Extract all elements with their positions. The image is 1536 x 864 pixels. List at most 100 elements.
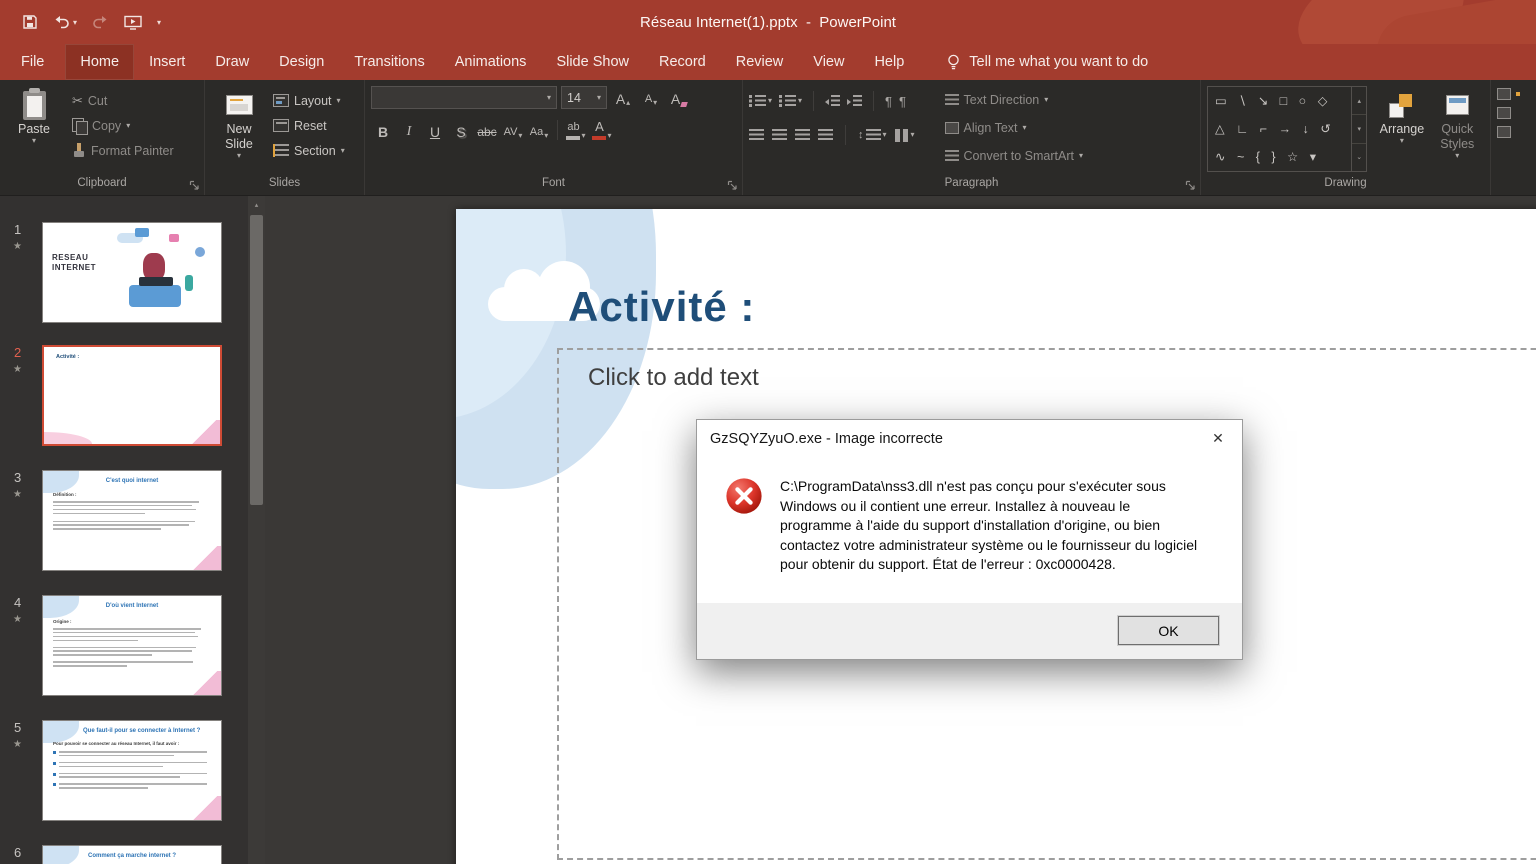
tab-view[interactable]: View: [798, 44, 859, 80]
convert-smartart-caret: ▾: [1079, 152, 1083, 160]
align-center-button[interactable]: [772, 129, 787, 142]
text-direction-button[interactable]: Text Direction ▾: [941, 87, 1087, 112]
slide-3-thumbnail[interactable]: C'est quoi internet Définition :: [42, 470, 222, 571]
scrollbar-thumb[interactable]: [250, 215, 263, 505]
tab-transitions[interactable]: Transitions: [339, 44, 439, 80]
columns-caret: ▾: [911, 131, 915, 139]
bold-button[interactable]: B: [371, 119, 395, 142]
shapes-row-1[interactable]: ▭ ∖ ↘ □ ○ ◇: [1208, 87, 1351, 115]
decrease-indent-button[interactable]: [825, 95, 840, 108]
numbering-button[interactable]: ▾: [779, 95, 802, 108]
ltr-direction-button[interactable]: ¶: [885, 94, 892, 109]
tab-draw[interactable]: Draw: [200, 44, 264, 80]
pink-decoration: [187, 671, 221, 695]
line-spacing-button[interactable]: ↕▾: [858, 129, 887, 142]
clipped-group: [1491, 80, 1536, 195]
slide-4-thumbnail[interactable]: D'où vient Internet Origine :: [42, 595, 222, 696]
quick-styles-button[interactable]: Quick Styles ▾: [1431, 86, 1484, 176]
card-decoration: [129, 285, 181, 307]
tell-me-box[interactable]: Tell me what you want to do: [947, 44, 1148, 80]
section-dropdown-caret[interactable]: ▾: [341, 147, 345, 155]
slide-2-thumbnail[interactable]: Activité :: [42, 345, 222, 446]
format-painter-button[interactable]: Format Painter: [68, 138, 178, 163]
copy-button[interactable]: Copy ▾: [68, 113, 178, 138]
shapes-gallery[interactable]: ▭ ∖ ↘ □ ○ ◇ △ ∟ ⌐ → ↓ ↺ ∿ ~ { } ☆ ▾ ▴ ▾ …: [1207, 86, 1367, 172]
character-spacing-button[interactable]: AV▾: [501, 119, 525, 142]
bullets-button[interactable]: ▾: [749, 95, 772, 108]
justify-button[interactable]: [818, 129, 833, 142]
start-slideshow-button[interactable]: [124, 15, 142, 30]
scrollbar-up-button[interactable]: ▴: [248, 196, 265, 213]
tab-record[interactable]: Record: [644, 44, 721, 80]
layout-dropdown-caret[interactable]: ▾: [337, 97, 341, 105]
slide-1-thumbnail[interactable]: RESEAU INTERNET: [42, 222, 222, 323]
tab-help[interactable]: Help: [859, 44, 919, 80]
save-button[interactable]: [22, 14, 38, 30]
slide-6-thumbnail[interactable]: Comment ça marche internet ?: [42, 845, 222, 864]
clipboard-dialog-launcher[interactable]: [189, 180, 201, 192]
text-shadow-button[interactable]: S: [449, 119, 473, 142]
slide-3-number: 3: [14, 470, 21, 485]
change-case-button[interactable]: Aa▾: [527, 119, 551, 142]
paste-button[interactable]: Paste ▾: [6, 86, 62, 176]
ok-button[interactable]: OK: [1118, 616, 1219, 645]
paragraph-dialog-launcher[interactable]: [1185, 180, 1197, 192]
slide-4-number: 4: [14, 595, 21, 610]
increase-indent-button[interactable]: [847, 95, 862, 108]
section-button[interactable]: Section ▾: [269, 138, 349, 163]
font-size-select[interactable]: 14 ▾: [561, 86, 607, 109]
align-left-button[interactable]: [749, 129, 764, 142]
font-name-select[interactable]: ▾: [371, 86, 557, 109]
slide-thumbnail-panel: 1 ★ RESEAU INTERNET 2 ★ Ac: [0, 196, 248, 864]
redo-button[interactable]: [92, 15, 109, 29]
italic-button[interactable]: I: [397, 119, 421, 142]
new-slide-button[interactable]: New Slide ▾: [211, 86, 267, 176]
gallery-scroll-up-button[interactable]: ▴: [1352, 87, 1366, 115]
convert-smartart-button[interactable]: Convert to SmartArt ▾: [941, 143, 1087, 168]
dialog-close-button[interactable]: ✕: [1200, 424, 1236, 454]
layout-button[interactable]: Layout ▾: [269, 88, 349, 113]
tab-slideshow[interactable]: Slide Show: [541, 44, 644, 80]
tab-design[interactable]: Design: [264, 44, 339, 80]
slide-title-text[interactable]: Activité :: [568, 283, 755, 331]
reset-button[interactable]: Reset: [269, 113, 349, 138]
thumbnails-scrollbar[interactable]: ▴: [248, 196, 265, 864]
underline-button[interactable]: U: [423, 119, 447, 142]
tab-home[interactable]: Home: [65, 44, 134, 80]
align-right-button[interactable]: [795, 129, 810, 142]
highlight-color-button[interactable]: ab ▾: [564, 119, 588, 142]
clear-formatting-button[interactable]: A: [667, 86, 691, 109]
font-dialog-launcher[interactable]: [727, 180, 739, 192]
copy-icon: [72, 118, 87, 134]
shapes-row-3[interactable]: ∿ ~ { } ☆ ▾: [1208, 143, 1351, 171]
align-text-button[interactable]: Align Text ▾: [941, 115, 1087, 140]
shape-outline-button[interactable]: [1497, 107, 1511, 119]
tab-insert[interactable]: Insert: [134, 44, 200, 80]
gallery-scroll-down-button[interactable]: ▾: [1352, 115, 1366, 143]
customize-qat-button[interactable]: ▾: [157, 18, 161, 27]
shape-effects-button[interactable]: [1497, 126, 1511, 138]
undo-button[interactable]: ▾: [53, 15, 77, 29]
rtl-direction-button[interactable]: ¶: [899, 94, 906, 109]
gallery-more-button[interactable]: ⌄: [1352, 144, 1366, 171]
font-color-button[interactable]: A ▾: [590, 119, 614, 142]
decrease-font-size-button[interactable]: A▾: [639, 86, 663, 109]
strikethrough-button[interactable]: abc: [475, 119, 499, 142]
thumb4-text-lines: [53, 628, 207, 669]
copy-dropdown-caret[interactable]: ▾: [126, 122, 130, 130]
shape-fill-button[interactable]: [1497, 88, 1511, 100]
new-slide-dropdown-caret[interactable]: ▾: [237, 152, 241, 160]
tab-file[interactable]: File: [0, 44, 65, 80]
tab-review[interactable]: Review: [721, 44, 799, 80]
arrange-button[interactable]: Arrange ▾: [1375, 86, 1428, 176]
cut-button[interactable]: ✂ Cut: [68, 88, 178, 113]
reset-label: Reset: [294, 119, 327, 133]
columns-button[interactable]: ▾: [895, 129, 915, 142]
slide-5-thumbnail[interactable]: Que faut-il pour se connecter à Internet…: [42, 720, 222, 821]
increase-font-size-button[interactable]: A▴: [611, 86, 635, 109]
tab-animations[interactable]: Animations: [440, 44, 542, 80]
font-size-caret: ▾: [597, 94, 601, 102]
undo-dropdown-caret[interactable]: ▾: [73, 18, 77, 27]
paste-dropdown-caret[interactable]: ▾: [32, 137, 36, 145]
shapes-row-2[interactable]: △ ∟ ⌐ → ↓ ↺: [1208, 115, 1351, 143]
